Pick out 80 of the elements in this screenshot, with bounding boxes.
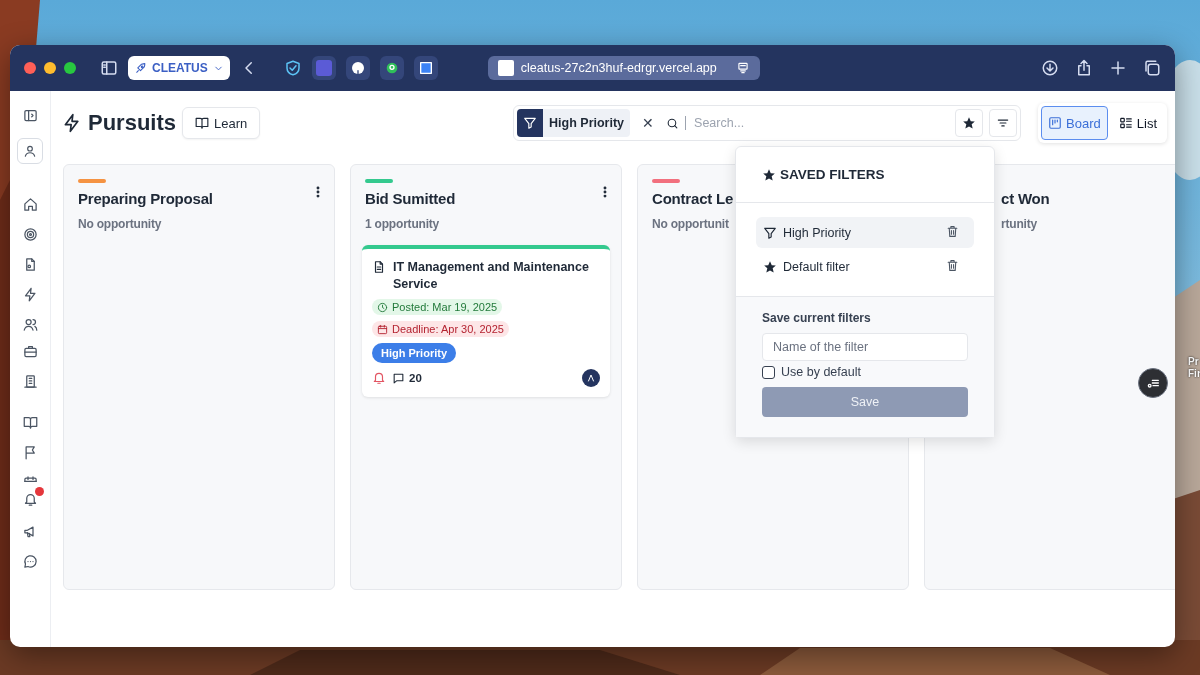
column-title: Preparing Proposal bbox=[78, 190, 214, 207]
users-icon[interactable] bbox=[22, 317, 38, 332]
column-count: No opportunit bbox=[652, 217, 730, 231]
trash-icon[interactable] bbox=[946, 224, 959, 238]
page-title: Pursuits bbox=[88, 110, 177, 136]
search-icon bbox=[666, 116, 680, 130]
building-icon[interactable] bbox=[22, 374, 38, 389]
saved-filter-item[interactable]: Default filter bbox=[756, 251, 974, 282]
learn-button[interactable]: Learn bbox=[182, 107, 261, 139]
deadline-date: Deadline: Apr 30, 2025 bbox=[372, 321, 509, 337]
saved-filter-item[interactable]: High Priority bbox=[756, 217, 974, 248]
tabs-icon[interactable] bbox=[1143, 59, 1161, 77]
popup-title: SAVED FILTERS bbox=[780, 167, 885, 182]
filter-icon bbox=[763, 225, 777, 240]
trash-icon[interactable] bbox=[946, 258, 959, 272]
star-icon bbox=[962, 116, 977, 130]
star-icon bbox=[763, 259, 777, 274]
priority-tag: High Priority bbox=[372, 343, 456, 363]
bell-icon bbox=[372, 371, 386, 385]
column-title: Contract Le bbox=[652, 190, 735, 207]
avatar[interactable] bbox=[582, 369, 600, 387]
maximize-button[interactable] bbox=[64, 62, 76, 74]
column-count: No opportunity bbox=[78, 217, 163, 231]
filter-name-field[interactable]: Name of the filter bbox=[762, 333, 968, 361]
bolt-icon bbox=[62, 113, 82, 133]
sidebar-toggle-icon[interactable] bbox=[100, 59, 118, 77]
minimize-button[interactable] bbox=[44, 62, 56, 74]
column-count: rtunity bbox=[1001, 217, 1038, 231]
desktop-icon-label: Pr bbox=[1188, 356, 1199, 368]
checkbox[interactable] bbox=[762, 365, 775, 379]
posted-date: Posted: Mar 19, 2025 bbox=[372, 299, 503, 315]
card-title: IT Management and Maintenance Service bbox=[393, 259, 590, 293]
download-icon[interactable] bbox=[1041, 59, 1059, 77]
caret-up-icon bbox=[585, 372, 597, 384]
chat-icon[interactable] bbox=[22, 554, 38, 569]
saved-filters-button[interactable] bbox=[955, 109, 984, 137]
rocket-icon bbox=[134, 61, 147, 75]
filter-chip[interactable]: High Priority bbox=[517, 109, 631, 137]
view-tab[interactable]: Board bbox=[1041, 106, 1108, 140]
home-icon[interactable] bbox=[22, 197, 38, 212]
column-count: 1 opportunity bbox=[365, 217, 441, 231]
briefcase-icon[interactable] bbox=[22, 344, 38, 359]
extension-icon[interactable] bbox=[379, 56, 404, 80]
desktop-icon-label: Fir bbox=[1188, 368, 1200, 380]
address-bar[interactable]: cleatus-27c2n3huf-edrgr.vercel.app bbox=[487, 56, 760, 80]
list-icon bbox=[1118, 116, 1133, 130]
square-icon bbox=[417, 60, 434, 76]
column-title: ct Won bbox=[1001, 190, 1051, 207]
panel-icon[interactable] bbox=[22, 108, 38, 123]
filter-options-button[interactable] bbox=[989, 109, 1018, 137]
board-icon bbox=[1048, 116, 1063, 130]
user-icon bbox=[23, 144, 37, 158]
book-icon[interactable] bbox=[22, 415, 38, 430]
book-icon bbox=[195, 116, 210, 130]
close-button[interactable] bbox=[24, 62, 36, 74]
filter-lines-icon bbox=[996, 116, 1011, 130]
comment-count: 20 bbox=[409, 372, 422, 384]
profile-button[interactable] bbox=[17, 138, 43, 164]
comment-icon bbox=[392, 371, 405, 385]
section-heading: Save current filters bbox=[762, 311, 872, 325]
extension-icon[interactable] bbox=[345, 56, 370, 80]
site-logo-icon bbox=[497, 60, 514, 76]
extension-icon[interactable] bbox=[413, 56, 438, 80]
document-icon bbox=[372, 260, 386, 274]
bolt-icon[interactable] bbox=[22, 287, 38, 302]
workspace-button[interactable]: CLEATUS bbox=[128, 56, 230, 80]
target-icon[interactable] bbox=[22, 227, 38, 242]
column-title: Bid Sumitted bbox=[365, 190, 457, 207]
view-tab[interactable]: List bbox=[1111, 106, 1164, 140]
opportunity-card[interactable]: IT Management and Maintenance Service Posted: Mar 19, 2025 Deadline: Apr 30, 2025 High Priority 20 bbox=[362, 245, 610, 397]
reader-icon bbox=[735, 61, 750, 75]
share-icon[interactable] bbox=[1075, 59, 1093, 77]
bell-icon[interactable] bbox=[22, 492, 38, 507]
plus-icon[interactable] bbox=[1109, 59, 1127, 77]
clock-icon bbox=[377, 301, 388, 313]
star-icon bbox=[762, 167, 776, 182]
flag-icon[interactable] bbox=[22, 445, 38, 460]
filter-icon bbox=[523, 116, 538, 130]
calendar-icon bbox=[377, 323, 388, 335]
checkbox-label: Use by default bbox=[781, 365, 861, 379]
